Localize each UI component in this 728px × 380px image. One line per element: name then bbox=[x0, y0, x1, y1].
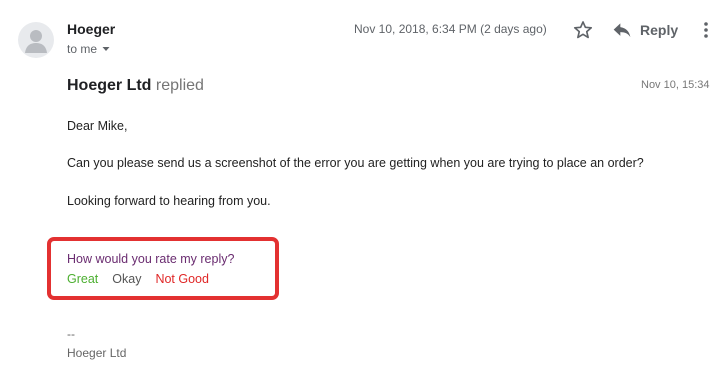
rating-question: How would you rate my reply? bbox=[67, 252, 235, 266]
more-vert-icon bbox=[704, 22, 708, 38]
reply-action: replied bbox=[155, 77, 204, 94]
reply-company: Hoeger Ltd bbox=[67, 77, 152, 94]
sender-name: Hoeger bbox=[67, 21, 116, 37]
default-avatar-icon bbox=[25, 30, 47, 53]
sender-avatar bbox=[18, 22, 54, 58]
reply-header: Hoeger Ltd replied bbox=[67, 77, 204, 95]
reply-button[interactable]: Reply bbox=[612, 19, 678, 41]
message-timestamp: Nov 10, 2018, 6:34 PM (2 days ago) bbox=[354, 22, 547, 36]
rating-options: Great Okay Not Good bbox=[67, 272, 209, 286]
reply-arrow-icon bbox=[613, 23, 631, 38]
reply-label: Reply bbox=[640, 22, 679, 38]
signature-name: Hoeger Ltd bbox=[67, 346, 127, 360]
rating-highlight-box: How would you rate my reply? Great Okay … bbox=[47, 237, 279, 300]
body-greeting: Dear Mike, bbox=[67, 119, 128, 133]
star-icon bbox=[573, 21, 593, 39]
star-button[interactable] bbox=[572, 19, 594, 41]
body-line-2: Looking forward to hearing from you. bbox=[67, 194, 271, 208]
rating-option-okay[interactable]: Okay bbox=[112, 272, 141, 286]
rating-option-not-good[interactable]: Not Good bbox=[155, 272, 209, 286]
recipient-text: to me bbox=[67, 42, 98, 56]
recipient-details-toggle[interactable]: to me bbox=[67, 42, 111, 56]
body-line-1: Can you please send us a screenshot of t… bbox=[67, 156, 644, 170]
more-options-button[interactable] bbox=[698, 19, 714, 41]
reply-time: Nov 10, 15:34 bbox=[641, 79, 710, 91]
caret-down-icon bbox=[102, 47, 110, 51]
rating-option-great[interactable]: Great bbox=[67, 272, 98, 286]
signature-separator: -- bbox=[67, 327, 75, 341]
